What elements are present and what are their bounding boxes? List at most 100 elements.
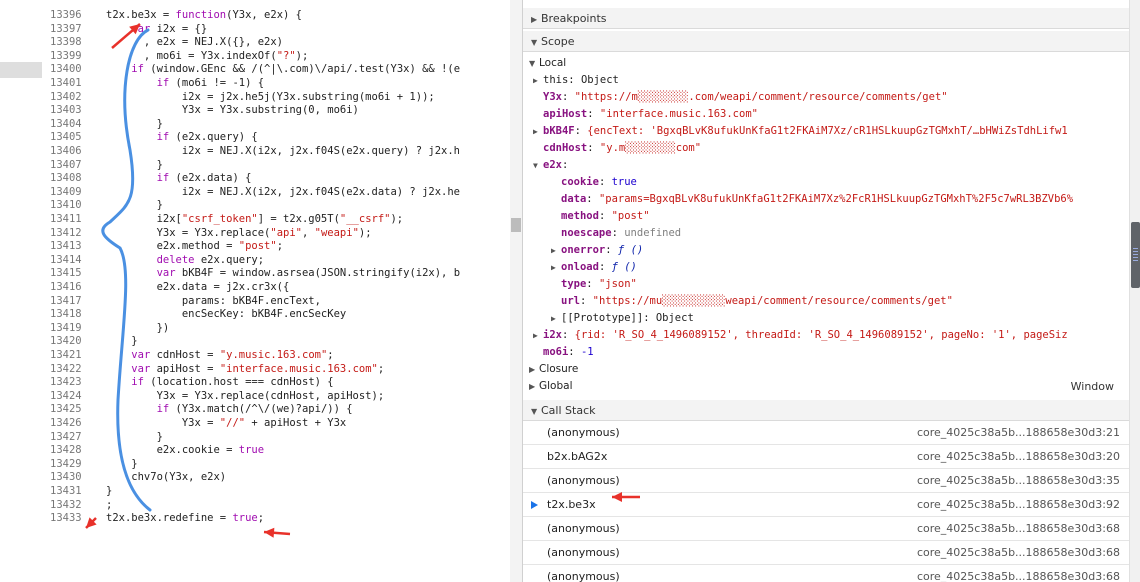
line-number[interactable]: 13433 bbox=[42, 513, 86, 524]
scope-section-header[interactable]: ▼ Scope bbox=[523, 31, 1130, 52]
line-number[interactable]: 13404 bbox=[42, 118, 86, 130]
line-number[interactable]: 13409 bbox=[42, 186, 86, 198]
line-number[interactable]: 13396 bbox=[42, 10, 86, 21]
line-number[interactable]: 13415 bbox=[42, 268, 86, 279]
line-number[interactable]: 13418 bbox=[42, 309, 86, 320]
line-number[interactable]: 13429 bbox=[42, 458, 86, 470]
e2x-type[interactable]: type: "json" bbox=[561, 276, 637, 293]
line-number[interactable]: 13432 bbox=[42, 499, 86, 511]
line-number[interactable]: 13400 bbox=[42, 64, 86, 75]
line-number[interactable]: 13408 bbox=[42, 173, 86, 184]
gutter-highlight bbox=[0, 62, 42, 78]
editor-scrollbar-thumb[interactable] bbox=[511, 218, 521, 232]
line-number[interactable]: 13427 bbox=[42, 431, 86, 443]
line-number[interactable]: 13416 bbox=[42, 282, 86, 293]
e2x-method[interactable]: method: "post" bbox=[561, 208, 650, 225]
line-number[interactable]: 13430 bbox=[42, 472, 86, 483]
line-number[interactable]: 13414 bbox=[42, 254, 86, 266]
callstack-frame[interactable]: (anonymous) core_4025c38a5b...188658e30d3… bbox=[523, 565, 1130, 582]
line-number[interactable]: 13423 bbox=[42, 377, 86, 388]
frame-location-link[interactable]: core_4025c38a5b...188658e30d3:68 bbox=[917, 565, 1120, 582]
code-text: var i2x = {} bbox=[131, 22, 208, 35]
line-number[interactable]: 13412 bbox=[42, 227, 86, 239]
e2x-noescape[interactable]: noescape: undefined bbox=[561, 225, 681, 242]
frame-function: t2x.be3x bbox=[547, 498, 596, 511]
line-number[interactable]: 13419 bbox=[42, 322, 86, 334]
code-editor[interactable]: 13396 t2x.be3x = function(Y3x, e2x) {1339… bbox=[42, 0, 510, 582]
sidebar-scrollbar-thumb[interactable] bbox=[1131, 222, 1140, 288]
line-number[interactable]: 13406 bbox=[42, 146, 86, 157]
line-number[interactable]: 13403 bbox=[42, 105, 86, 116]
callstack-frame[interactable]: (anonymous) core_4025c38a5b...188658e30d3… bbox=[523, 469, 1130, 493]
e2x-cookie[interactable]: cookie: true bbox=[561, 174, 637, 191]
line-number[interactable]: 13424 bbox=[42, 390, 86, 402]
callstack-frame[interactable]: (anonymous) core_4025c38a5b...188658e30d3… bbox=[523, 517, 1130, 541]
line-number[interactable]: 13405 bbox=[42, 132, 86, 143]
scope-var-y3x[interactable]: Y3x: "https://m░░░░░░░░.com/weapi/commen… bbox=[543, 89, 948, 106]
line-number[interactable]: 13411 bbox=[42, 214, 86, 225]
line-number[interactable]: 13425 bbox=[42, 404, 86, 415]
scope-var-apihost[interactable]: apiHost: "interface.music.163.com" bbox=[543, 106, 758, 123]
line-number[interactable]: 13421 bbox=[42, 350, 86, 361]
collapsed-arrow-icon: ▶ bbox=[533, 331, 538, 340]
line-number[interactable]: 13401 bbox=[42, 78, 86, 89]
line-number[interactable]: 13399 bbox=[42, 50, 86, 62]
scope-var-i2x[interactable]: ▶ i2x: {rid: 'R_SO_4_1496089152', threadI… bbox=[533, 327, 1068, 344]
code-text: Y3x = Y3x.replace("api", "weapi"); bbox=[106, 226, 372, 239]
scope-var-e2x[interactable]: ▼ e2x: bbox=[533, 157, 568, 174]
scope-local[interactable]: ▼ Local bbox=[529, 55, 566, 72]
callstack-frame[interactable]: b2x.bAG2x core_4025c38a5b...188658e30d3:2… bbox=[523, 445, 1130, 469]
collapsed-arrow-icon: ▶ bbox=[529, 365, 536, 374]
global-value: Window bbox=[1070, 380, 1114, 393]
callstack-frame[interactable]: (anonymous) core_4025c38a5b...188658e30d3… bbox=[523, 541, 1130, 565]
line-number[interactable]: 13407 bbox=[42, 159, 86, 171]
e2x-onerror[interactable]: ▶ onerror: ƒ () bbox=[551, 242, 643, 259]
collapsed-arrow-icon: ▶ bbox=[533, 76, 538, 85]
scope-var-this[interactable]: ▶ this: Object bbox=[533, 72, 619, 89]
line-number[interactable]: 13417 bbox=[42, 295, 86, 307]
line-number[interactable]: 13420 bbox=[42, 336, 86, 347]
code-text: t2x.be3x.redefine = true; bbox=[106, 512, 265, 525]
frame-function: (anonymous) bbox=[547, 522, 620, 535]
scope-global[interactable]: ▶ Global Window bbox=[529, 378, 1124, 395]
scope-closure[interactable]: ▶ Closure bbox=[529, 361, 578, 378]
e2x-url[interactable]: url: "https://mu░░░░░░░░░░weapi/comment/… bbox=[561, 293, 953, 310]
line-number[interactable]: 13397 bbox=[42, 23, 86, 35]
frame-function: (anonymous) bbox=[547, 426, 620, 439]
line-number[interactable]: 13422 bbox=[42, 363, 86, 375]
scope-var-cdnhost[interactable]: cdnHost: "y.m░░░░░░░░com" bbox=[543, 140, 701, 157]
breakpoints-section-header[interactable]: ▶ Breakpoints bbox=[523, 8, 1130, 29]
var-key: mo6i bbox=[543, 346, 569, 358]
code-text: Y3x = Y3x.substring(0, mo6i) bbox=[106, 104, 359, 117]
line-number[interactable]: 13428 bbox=[42, 445, 86, 456]
e2x-data[interactable]: data: "params=BgxqBLvK8ufukUnKfaG1t2FKAi… bbox=[561, 191, 1073, 208]
frame-location-link[interactable]: core_4025c38a5b...188658e30d3:35 bbox=[917, 469, 1120, 493]
frame-location-link[interactable]: core_4025c38a5b...188658e30d3:21 bbox=[917, 421, 1120, 445]
e2x-prototype[interactable]: ▶ [[Prototype]]: Object bbox=[551, 310, 694, 327]
code-text: } bbox=[106, 457, 138, 470]
frame-location-link[interactable]: core_4025c38a5b...188658e30d3:68 bbox=[917, 517, 1120, 541]
callstack-frame[interactable]: (anonymous) core_4025c38a5b...188658e30d3… bbox=[523, 421, 1130, 445]
scope-var-bkb4f[interactable]: ▶ bKB4F: {encText: 'BgxqBLvK8ufukUnKfaG1t… bbox=[533, 123, 1068, 140]
frame-location-link[interactable]: core_4025c38a5b...188658e30d3:20 bbox=[917, 445, 1120, 469]
var-key: method bbox=[561, 210, 599, 222]
line-number[interactable]: 13402 bbox=[42, 91, 86, 103]
editor-scrollbar[interactable] bbox=[510, 0, 522, 582]
callstack-section-header[interactable]: ▼ Call Stack bbox=[523, 400, 1130, 421]
line-number[interactable]: 13426 bbox=[42, 418, 86, 429]
expanded-arrow-icon: ▼ bbox=[529, 59, 536, 68]
scope-var-mo6i[interactable]: mo6i: -1 bbox=[543, 344, 594, 361]
code-text: if (location.host === cdnHost) { bbox=[131, 376, 334, 389]
frame-location-link[interactable]: core_4025c38a5b...188658e30d3:68 bbox=[917, 541, 1120, 565]
frame-location-link[interactable]: core_4025c38a5b...188658e30d3:92 bbox=[917, 493, 1120, 517]
line-number[interactable]: 13410 bbox=[42, 200, 86, 211]
line-number[interactable]: 13413 bbox=[42, 241, 86, 252]
line-number[interactable]: 13431 bbox=[42, 486, 86, 497]
code-text: Y3x = "//" + apiHost + Y3x bbox=[106, 417, 347, 429]
callstack-frame[interactable]: t2x.be3x core_4025c38a5b...188658e30d3:92 bbox=[523, 493, 1130, 517]
code-text: }) bbox=[106, 321, 170, 334]
sidebar-scrollbar[interactable] bbox=[1129, 0, 1140, 582]
code-text: var cdnHost = "y.music.163.com"; bbox=[131, 349, 334, 361]
e2x-onload[interactable]: ▶ onload: ƒ () bbox=[551, 259, 637, 276]
line-number[interactable]: 13398 bbox=[42, 37, 86, 48]
